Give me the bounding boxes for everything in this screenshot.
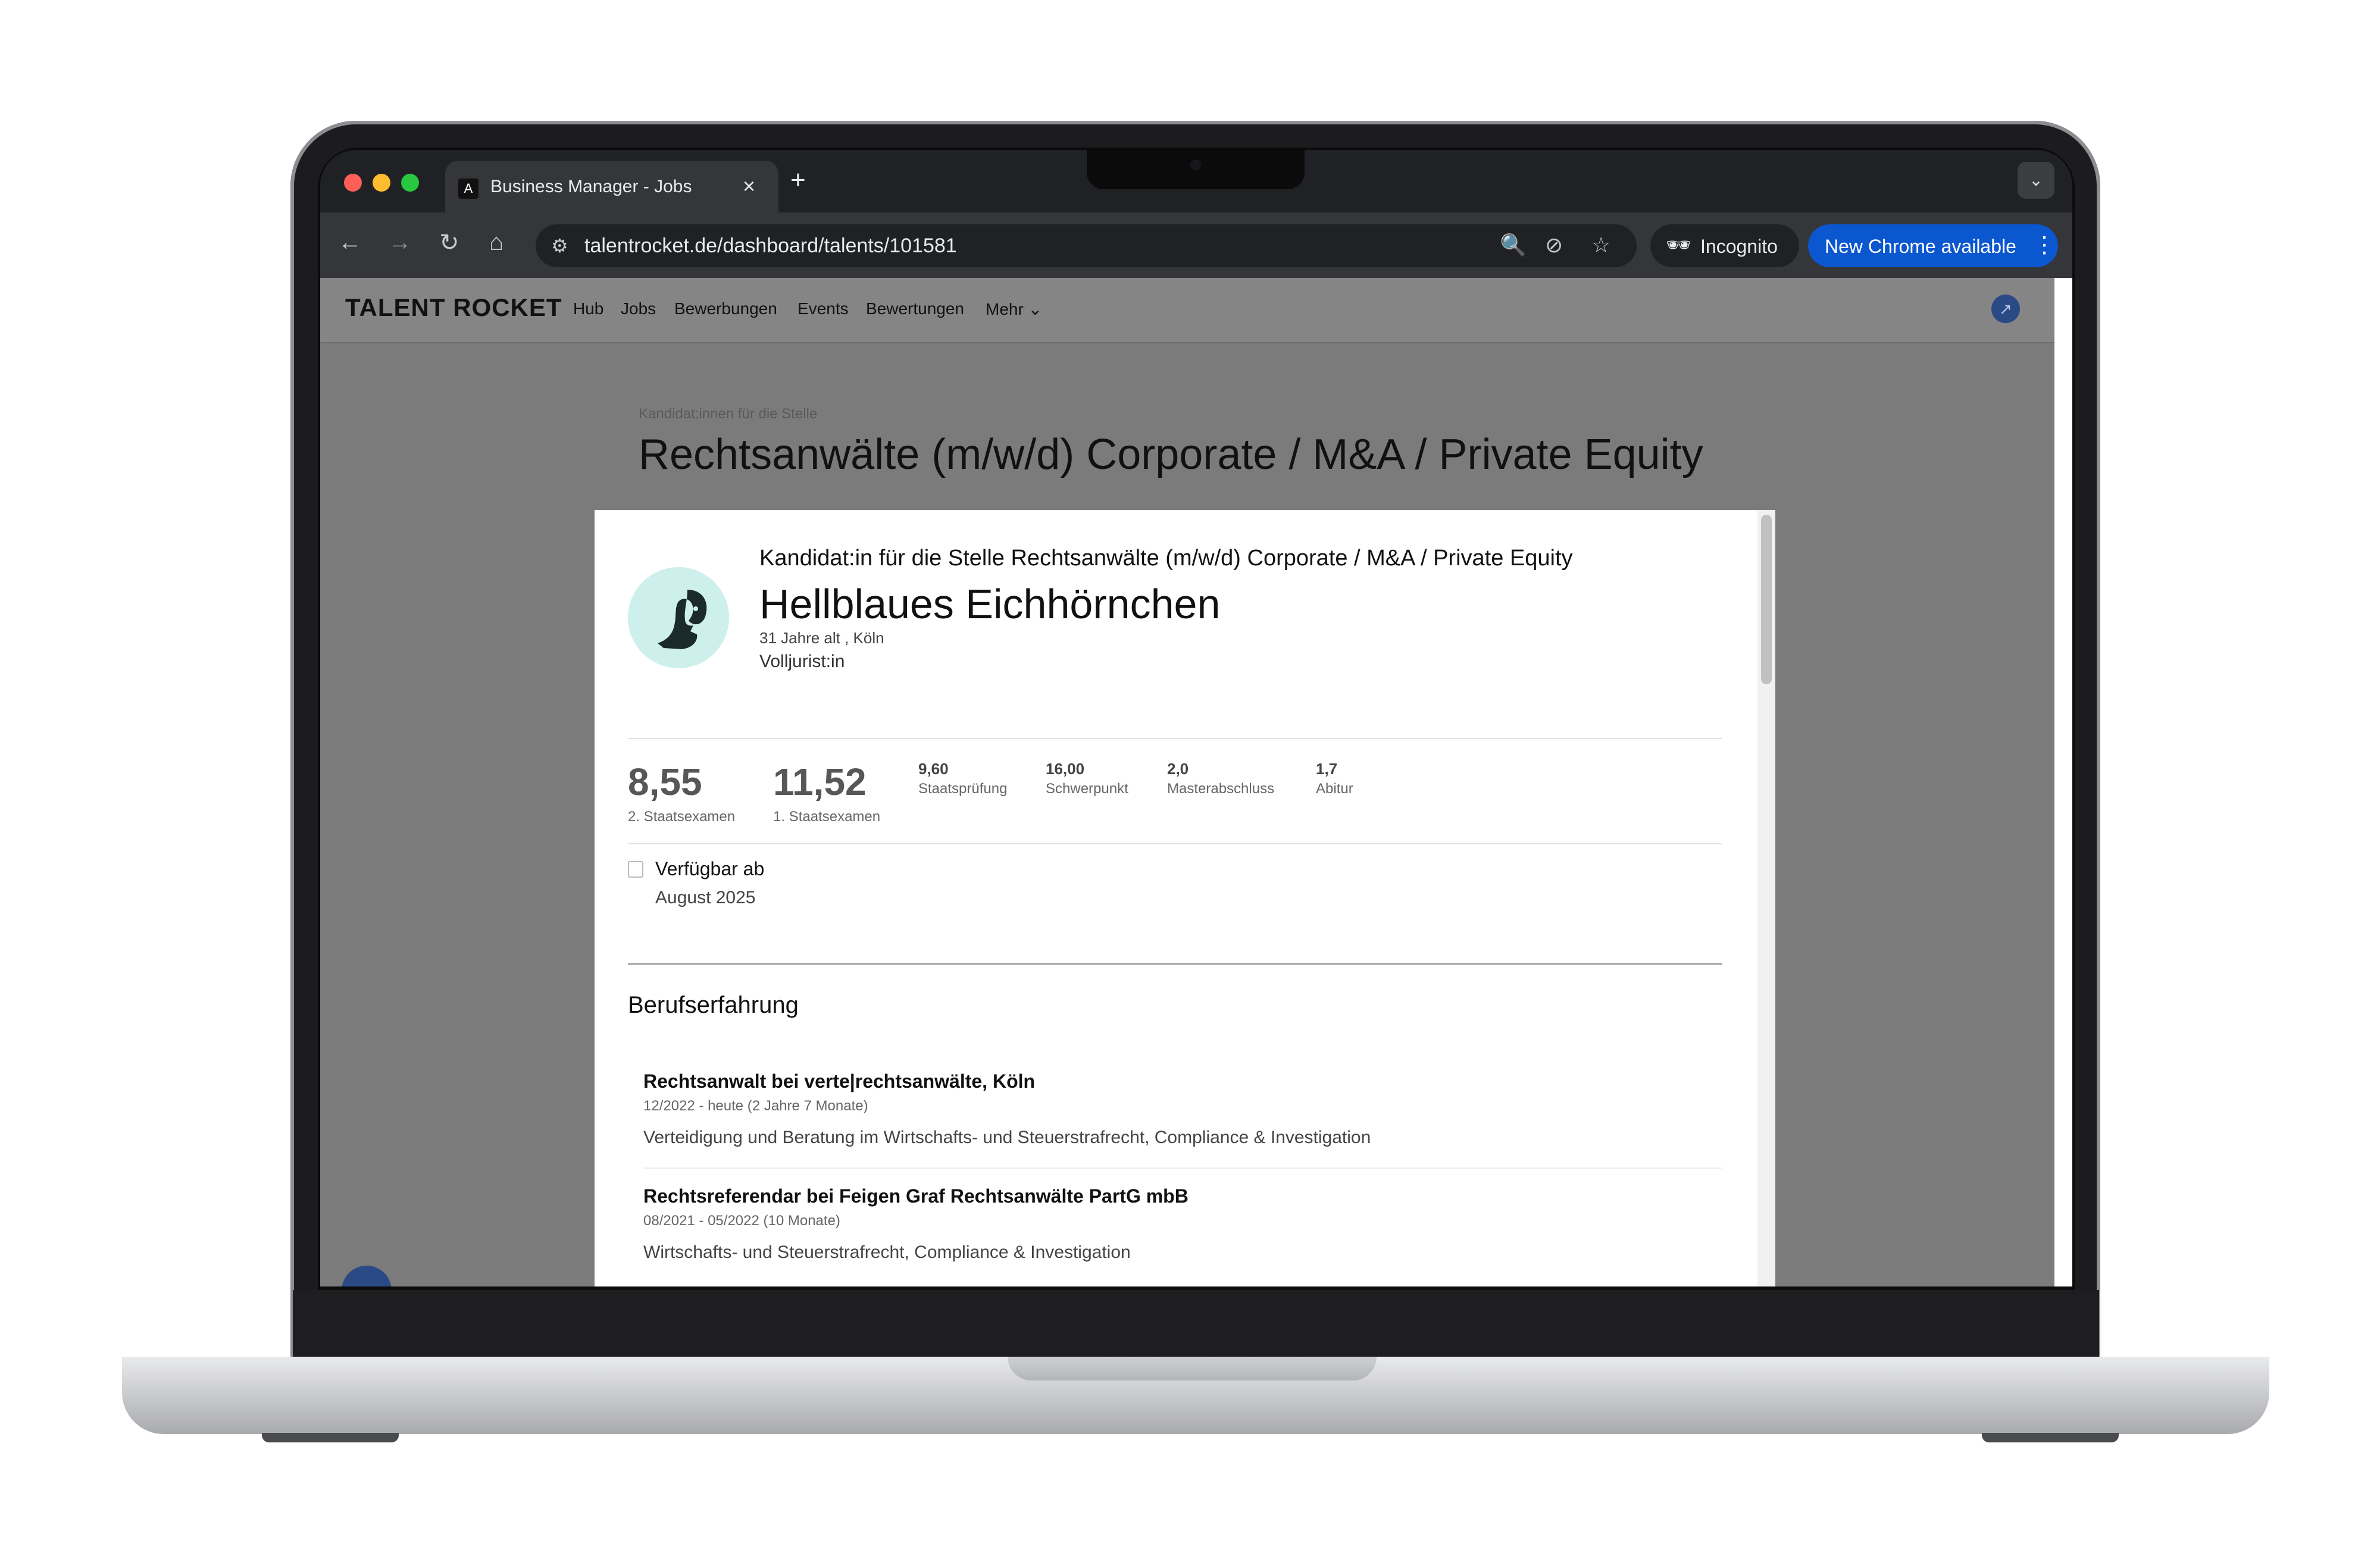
forward-arrow-icon[interactable]: → (388, 229, 412, 256)
job-date: 12/2022 - heute (2 Jahre 7 Monate) (643, 1098, 868, 1114)
grade-value: 11,52 (773, 760, 867, 803)
close-icon[interactable]: × (743, 174, 755, 199)
nav-item-events[interactable]: Events (797, 299, 849, 318)
update-chrome-button[interactable]: New Chrome available ⋮ (1808, 224, 2058, 267)
kebab-menu-icon[interactable]: ⋮ (2033, 231, 2056, 258)
grade-label: Masterabschluss (1167, 781, 1275, 797)
grade-value: 2,0 (1167, 760, 1189, 778)
browser-toolbar: ← → ↻ ⌂ ⚙ talentrocket.de/dashboard/tale… (320, 212, 2072, 278)
nav-item-hub[interactable]: Hub (573, 299, 603, 318)
candidate-role: Volljurist:in (759, 652, 845, 671)
page-scrollbar[interactable] (2054, 278, 2072, 1286)
page-title: Rechtsanwälte (m/w/d) Corporate / M&A / … (639, 431, 1703, 478)
candidate-modal: Kandidat:in für die Stelle Rechtsanwälte… (595, 510, 1775, 1286)
candidate-name: Hellblaues Eichhörnchen (759, 581, 1221, 627)
minimize-window-button[interactable] (373, 174, 390, 192)
grade-value: 8,55 (628, 760, 702, 803)
zoom-icon[interactable]: 🔍 (1500, 233, 1527, 258)
brand-logo[interactable]: TALENT ROCKET (345, 293, 562, 322)
nav-item-bewertungen[interactable]: Bewertungen (866, 299, 964, 318)
grade-value: 1,7 (1316, 760, 1338, 778)
laptop-foot-left (262, 1433, 399, 1442)
url-text: talentrocket.de/dashboard/talents/101581 (584, 234, 957, 257)
site-nav: TALENT ROCKET Hub Jobs Bewerbungen Event… (320, 278, 2054, 343)
job-title: Rechtsreferendar bei Feigen Graf Rechtsa… (643, 1185, 1189, 1207)
grade-label: Schwerpunkt (1046, 781, 1128, 797)
page-pretitle: Kandidat:innen für die Stelle (639, 406, 818, 422)
avatar (628, 567, 729, 668)
divider (643, 1167, 1722, 1169)
candidate-meta: 31 Jahre alt , Köln (759, 629, 884, 647)
modal-scrollbar-thumb[interactable] (1761, 515, 1772, 684)
home-icon[interactable]: ⌂ (489, 229, 503, 256)
close-window-button[interactable] (344, 174, 362, 192)
plus-icon[interactable]: + (790, 165, 806, 195)
nav-item-mehr[interactable]: Mehr ⌄ (986, 299, 1042, 319)
address-bar[interactable]: ⚙ talentrocket.de/dashboard/talents/1015… (536, 224, 1637, 267)
grade-label: Staatsprüfung (918, 781, 1008, 797)
grade-label: Abitur (1316, 781, 1353, 797)
update-chrome-label: New Chrome available (1825, 236, 2016, 257)
browser-tab[interactable]: A Business Manager - Jobs × (445, 161, 778, 212)
section-divider (628, 963, 1722, 965)
divider (628, 843, 1722, 844)
chevron-down-icon: ⌄ (1028, 300, 1043, 318)
incognito-icon: 🕶 (1666, 234, 1692, 256)
availability-value: August 2025 (655, 888, 756, 907)
job-date: 08/2021 - 05/2022 (10 Monate) (643, 1213, 840, 1229)
grade-value: 9,60 (918, 760, 949, 778)
chevron-down-icon[interactable]: ⌄ (2018, 162, 2054, 199)
maximize-window-button[interactable] (401, 174, 419, 192)
nav-item-bewerbungen[interactable]: Bewerbungen (674, 299, 777, 318)
candidate-subtitle: Kandidat:in für die Stelle Rechtsanwälte… (759, 546, 1573, 571)
laptop-hinge (293, 1290, 2099, 1357)
divider (628, 738, 1722, 739)
job-description: Wirtschafts- und Steuerstrafrecht, Compl… (643, 1242, 1131, 1262)
laptop-foot-right (1982, 1433, 2119, 1442)
web-page: TALENT ROCKET Hub Jobs Bewerbungen Event… (320, 278, 2054, 1286)
nav-item-mehr-label: Mehr (986, 300, 1024, 318)
laptop-screen: A Business Manager - Jobs × + ⌄ ← → ↻ ⌂ … (320, 150, 2072, 1286)
grade-label: 2. Staatsexamen (628, 809, 736, 825)
squirrel-icon (658, 590, 707, 649)
site-info-icon[interactable]: ⚙ (551, 234, 568, 257)
grade-value: 16,00 (1046, 760, 1085, 778)
chat-button[interactable] (342, 1266, 392, 1286)
incognito-indicator[interactable]: 🕶 Incognito (1650, 224, 1799, 267)
tab-favicon-icon: A (458, 179, 478, 199)
tab-title: Business Manager - Jobs (490, 177, 692, 196)
job-description: Verteidigung und Beratung im Wirtschafts… (643, 1128, 1371, 1147)
laptop-base-notch (1008, 1357, 1377, 1381)
experience-title: Berufserfahrung (628, 992, 799, 1018)
back-arrow-icon[interactable]: ← (338, 229, 362, 256)
job-title: Rechtsanwalt bei verte|rechtsanwälte, Kö… (643, 1070, 1036, 1092)
camera-icon (1190, 159, 1201, 170)
availability-label: Verfügbar ab (655, 858, 765, 879)
star-icon[interactable]: ☆ (1591, 233, 1610, 258)
analytics-icon[interactable]: ↗ (1991, 295, 2020, 323)
eye-off-icon[interactable]: ⊘ (1545, 233, 1563, 258)
reload-icon[interactable]: ↻ (439, 229, 459, 256)
grade-label: 1. Staatsexamen (773, 809, 881, 825)
incognito-label: Incognito (1700, 236, 1778, 257)
calendar-icon (628, 861, 643, 878)
nav-item-jobs[interactable]: Jobs (621, 299, 656, 318)
